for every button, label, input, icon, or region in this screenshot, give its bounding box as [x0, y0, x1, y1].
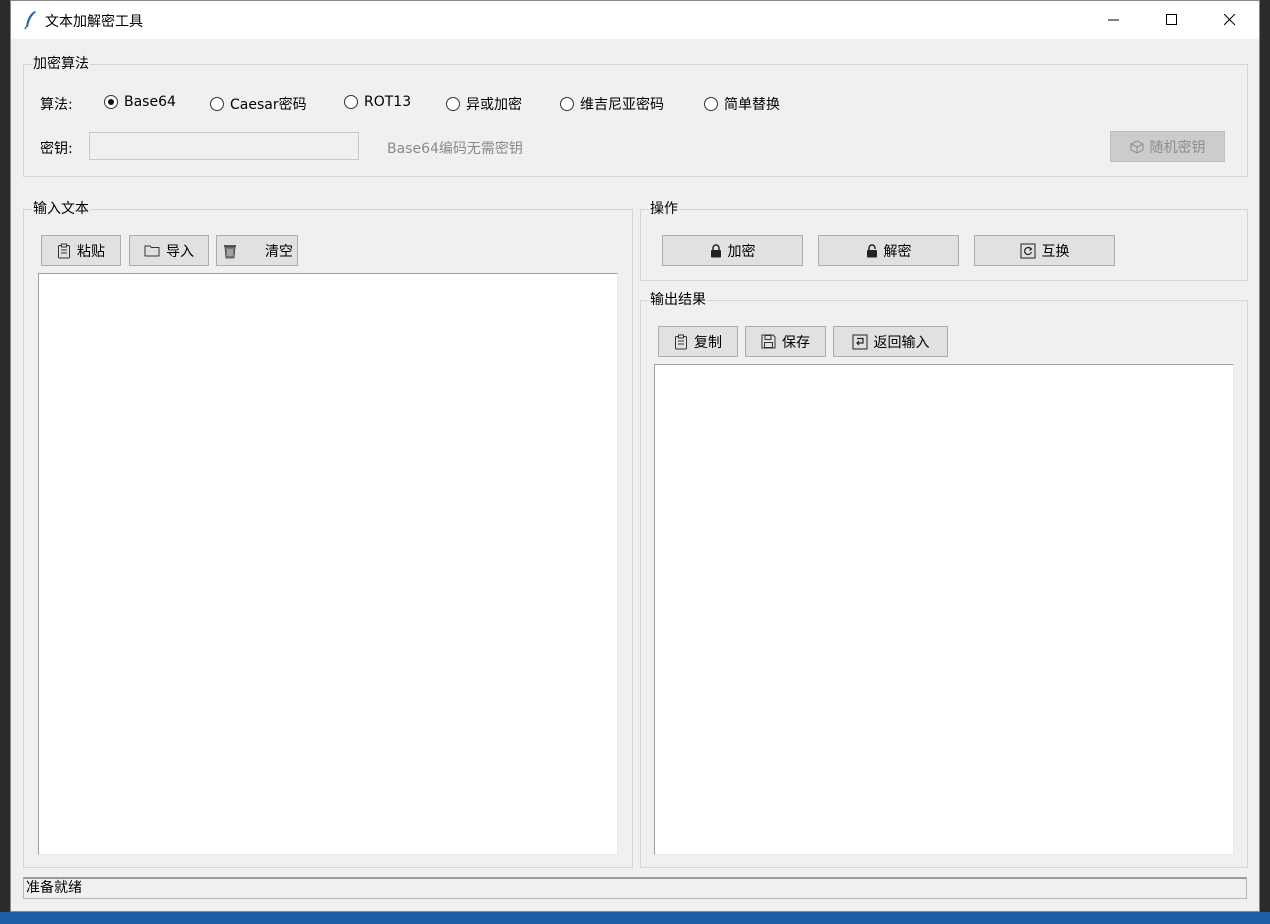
- algorithm-group: 加密算法: [23, 55, 1248, 177]
- paste-button-label: 粘贴: [77, 243, 105, 260]
- radio-xor[interactable]: 异或加密: [446, 94, 522, 114]
- maximize-button[interactable]: [1143, 1, 1201, 39]
- radio-base64-label: Base64: [124, 94, 176, 110]
- random-key-label: 随机密钥: [1149, 139, 1206, 156]
- status-text: 准备就绪: [26, 880, 82, 896]
- algorithm-group-label: 加密算法: [32, 55, 90, 73]
- swap-button-label: 互换: [1041, 243, 1070, 260]
- status-bar: 准备就绪: [23, 877, 1247, 899]
- encrypt-button[interactable]: 加密: [662, 235, 803, 266]
- title-bar: 文本加解密工具: [11, 1, 1259, 39]
- radio-xor-label: 异或加密: [466, 97, 522, 113]
- radio-unchecked-icon: [446, 97, 460, 111]
- clipboard-icon: [674, 334, 688, 350]
- swap-button[interactable]: 互换: [974, 235, 1115, 266]
- radio-rot13[interactable]: ROT13: [344, 94, 411, 110]
- key-input[interactable]: [89, 132, 359, 160]
- taskbar-strip: [0, 912, 1270, 924]
- radio-unchecked-icon: [560, 97, 574, 111]
- encrypt-button-label: 加密: [727, 243, 756, 260]
- output-textarea[interactable]: [654, 364, 1234, 855]
- radio-unchecked-icon: [344, 95, 358, 109]
- floppy-disk-icon: [761, 334, 776, 349]
- window-title: 文本加解密工具: [45, 14, 143, 30]
- radio-caesar[interactable]: Caesar密码: [210, 94, 307, 114]
- back-to-input-button-label: 返回输入: [873, 334, 930, 351]
- radio-vigenere[interactable]: 维吉尼亚密码: [560, 94, 664, 114]
- clipboard-icon: [57, 243, 71, 259]
- radio-substitution[interactable]: 简单替换: [704, 94, 780, 114]
- radio-rot13-label: ROT13: [364, 94, 412, 110]
- save-button[interactable]: 保存: [745, 326, 826, 357]
- feather-icon: [23, 10, 39, 30]
- lock-icon: [710, 243, 722, 258]
- decrypt-button-label: 解密: [883, 243, 912, 260]
- trash-icon: [223, 243, 237, 259]
- radio-checked-icon: [104, 95, 118, 109]
- radio-unchecked-icon: [210, 97, 224, 111]
- input-textarea[interactable]: [38, 273, 618, 855]
- close-button[interactable]: [1201, 1, 1259, 39]
- copy-button-label: 复制: [694, 334, 722, 351]
- input-group-label: 输入文本: [32, 200, 90, 218]
- clear-button[interactable]: 清空: [216, 235, 298, 266]
- swap-icon: [1020, 243, 1036, 259]
- random-key-button[interactable]: 随机密钥: [1110, 131, 1225, 162]
- copy-button[interactable]: 复制: [658, 326, 738, 357]
- radio-substitution-label: 简单替换: [724, 97, 780, 113]
- app-window: 文本加解密工具 加密算法 算法: Base64 Caesar密码 ROT13 异…: [10, 0, 1260, 912]
- unlock-icon: [866, 243, 878, 258]
- radio-vigenere-label: 维吉尼亚密码: [580, 97, 664, 113]
- dice-icon: [1130, 139, 1144, 154]
- minimize-button[interactable]: [1085, 1, 1143, 39]
- key-hint: Base64编码无需密钥: [387, 141, 523, 157]
- decrypt-button[interactable]: 解密: [818, 235, 959, 266]
- save-button-label: 保存: [782, 334, 810, 351]
- return-icon: [852, 334, 868, 350]
- clear-button-label: 清空: [265, 243, 293, 260]
- import-button[interactable]: 导入: [129, 235, 209, 266]
- algorithm-label: 算法:: [40, 97, 73, 113]
- operation-group-label: 操作: [649, 200, 679, 218]
- paste-button[interactable]: 粘贴: [41, 235, 121, 266]
- back-to-input-button[interactable]: 返回输入: [833, 326, 948, 357]
- import-button-label: 导入: [166, 243, 194, 260]
- radio-unchecked-icon: [704, 97, 718, 111]
- radio-base64[interactable]: Base64: [104, 94, 176, 110]
- output-group-label: 输出结果: [649, 291, 707, 309]
- folder-icon: [144, 244, 160, 257]
- radio-caesar-label: Caesar密码: [230, 97, 307, 113]
- key-label: 密钥:: [40, 141, 73, 157]
